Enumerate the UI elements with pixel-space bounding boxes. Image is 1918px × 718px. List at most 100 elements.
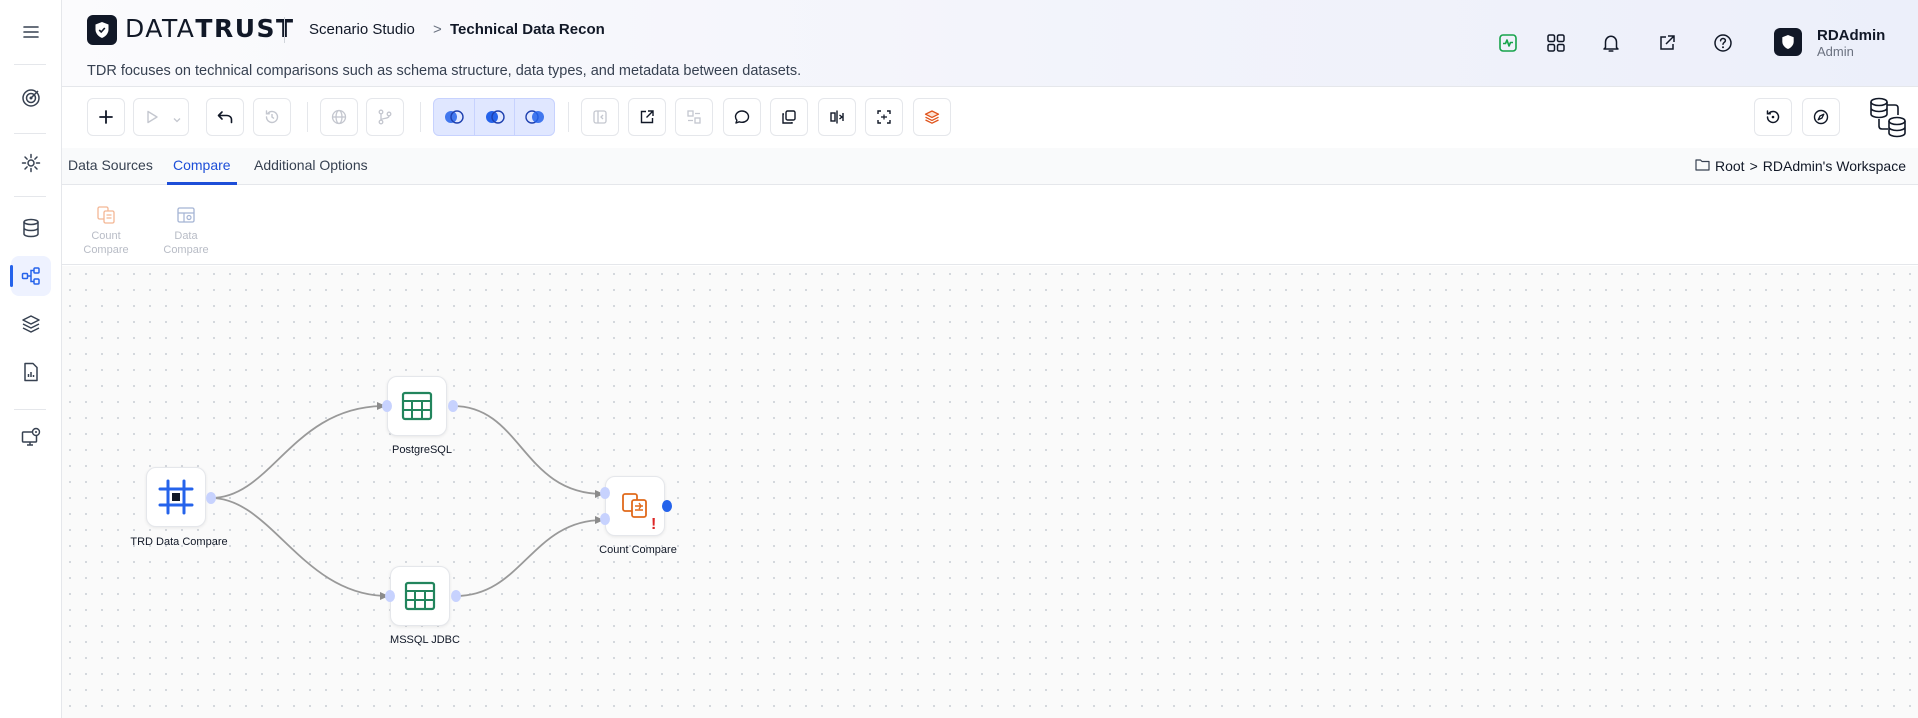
help-icon[interactable] bbox=[1708, 28, 1738, 58]
workflow-icon[interactable] bbox=[10, 256, 51, 296]
gear-icon[interactable] bbox=[11, 143, 51, 183]
component-palette: Count Compare Data Compare bbox=[62, 185, 1918, 265]
edge-postgresql-to-count-compare[interactable] bbox=[452, 405, 604, 498]
brand-part2: TRUST bbox=[195, 14, 295, 43]
frame-icon bbox=[158, 479, 194, 515]
activity-icon[interactable] bbox=[1493, 28, 1523, 58]
node-trd-data-compare[interactable] bbox=[146, 467, 206, 527]
table-icon bbox=[404, 581, 436, 611]
layers-icon[interactable] bbox=[11, 304, 51, 344]
app-header: DATATRUST Scenario Studio > Technical Da… bbox=[62, 0, 1918, 87]
user-name[interactable]: RDAdmin bbox=[1817, 27, 1885, 44]
branch-button[interactable] bbox=[366, 98, 404, 136]
sidebar-divider bbox=[14, 409, 46, 410]
add-button[interactable] bbox=[87, 98, 125, 136]
user-role: Admin bbox=[1817, 44, 1854, 59]
port-count-compare-in-2[interactable] bbox=[600, 513, 610, 525]
breadcrumb-scenario-studio[interactable]: Scenario Studio bbox=[309, 21, 415, 38]
brand-part1: DATA bbox=[125, 14, 196, 43]
port-trd-out[interactable] bbox=[206, 492, 216, 504]
tab-data-sources[interactable]: Data Sources bbox=[62, 148, 159, 185]
brand-logo: DATATRUST bbox=[125, 14, 295, 44]
edge-trd-to-postgresql[interactable] bbox=[210, 402, 386, 499]
node-mssql-jdbc[interactable] bbox=[390, 566, 450, 626]
palette-item-data-compare[interactable]: Data Compare bbox=[151, 205, 221, 257]
workspace-breadcrumb[interactable]: Root > RDAdmin's Workspace bbox=[1695, 158, 1906, 174]
sidebar-divider bbox=[14, 196, 46, 197]
node-label-mssql: MSSQL JDBC bbox=[390, 634, 460, 646]
sidebar-divider bbox=[14, 64, 46, 65]
port-mssql-out[interactable] bbox=[451, 590, 461, 602]
run-button[interactable] bbox=[133, 98, 189, 136]
toolbar-divider bbox=[307, 102, 308, 132]
monitor-icon[interactable] bbox=[11, 417, 51, 457]
tab-bar: Data Sources Compare Additional Options … bbox=[62, 148, 1918, 185]
undo-button[interactable] bbox=[206, 98, 244, 136]
target-icon[interactable] bbox=[11, 78, 51, 118]
join-mode-group bbox=[433, 98, 555, 136]
palette-label-line1: Count bbox=[91, 230, 121, 242]
edge-trd-to-mssql[interactable] bbox=[210, 497, 389, 600]
join-right-toggle[interactable] bbox=[514, 99, 554, 135]
port-postgresql-out[interactable] bbox=[448, 400, 458, 412]
node-postgresql[interactable] bbox=[387, 376, 447, 436]
port-mssql-in[interactable] bbox=[385, 590, 395, 602]
edge-mssql-to-count-compare[interactable] bbox=[455, 516, 604, 597]
duplicate-button[interactable] bbox=[770, 98, 808, 136]
workspace-name[interactable]: RDAdmin's Workspace bbox=[1763, 158, 1906, 174]
page-title: Technical Data Recon bbox=[450, 21, 605, 38]
folder-icon bbox=[1695, 158, 1710, 174]
toolbar-divider bbox=[568, 102, 569, 132]
port-count-compare-in-1[interactable] bbox=[600, 487, 610, 499]
palette-label-line1: Data bbox=[174, 230, 198, 242]
split-view-button[interactable] bbox=[675, 98, 713, 136]
stack-layers-button[interactable] bbox=[913, 98, 951, 136]
table-icon bbox=[401, 391, 433, 421]
warning-icon[interactable]: ! bbox=[651, 516, 656, 534]
toolbar-divider bbox=[420, 102, 421, 132]
database-icon[interactable] bbox=[11, 208, 51, 248]
workspace-root[interactable]: Root bbox=[1715, 158, 1745, 174]
workflow-canvas[interactable]: TRD Data Compare PostgreSQL MSSQL JDBC !… bbox=[62, 266, 1918, 718]
workspace-separator: > bbox=[1749, 158, 1758, 174]
node-label-count-compare: Count Compare bbox=[599, 544, 677, 556]
page-subtitle: TDR focuses on technical comparisons suc… bbox=[87, 63, 802, 79]
node-label-postgresql: PostgreSQL bbox=[392, 444, 452, 456]
toolbar bbox=[62, 88, 1918, 148]
breadcrumb-separator: > bbox=[433, 21, 442, 38]
fit-view-button[interactable] bbox=[865, 98, 903, 136]
palette-label-line2: Compare bbox=[163, 244, 209, 256]
sidebar-divider bbox=[14, 133, 46, 134]
open-external-button[interactable] bbox=[628, 98, 666, 136]
comment-button[interactable] bbox=[723, 98, 761, 136]
count-compare-icon bbox=[96, 205, 116, 225]
database-flow-icon[interactable] bbox=[1868, 96, 1908, 138]
external-link-icon[interactable] bbox=[1652, 28, 1682, 58]
compass-button[interactable] bbox=[1802, 98, 1840, 136]
join-inner-toggle[interactable] bbox=[474, 99, 514, 135]
palette-label-line2: Compare bbox=[83, 244, 129, 256]
logo-shield-icon bbox=[87, 15, 117, 45]
collapse-panel-button[interactable] bbox=[581, 98, 619, 136]
align-button[interactable] bbox=[818, 98, 856, 136]
restore-button[interactable] bbox=[1754, 98, 1792, 136]
port-postgresql-in[interactable] bbox=[382, 400, 392, 412]
globe-button[interactable] bbox=[320, 98, 358, 136]
history-button[interactable] bbox=[253, 98, 291, 136]
tab-additional-options[interactable]: Additional Options bbox=[248, 148, 374, 185]
sidebar bbox=[0, 0, 62, 718]
avatar[interactable] bbox=[1774, 28, 1802, 56]
report-icon[interactable] bbox=[11, 352, 51, 392]
apps-grid-icon[interactable] bbox=[1541, 28, 1571, 58]
header-divider bbox=[284, 17, 285, 43]
data-compare-icon bbox=[176, 205, 196, 225]
bell-icon[interactable] bbox=[1596, 28, 1626, 58]
palette-item-count-compare[interactable]: Count Compare bbox=[71, 205, 141, 257]
menu-icon[interactable] bbox=[11, 12, 51, 52]
chevron-down-icon[interactable] bbox=[172, 112, 182, 130]
join-left-toggle[interactable] bbox=[434, 99, 474, 135]
count-compare-icon bbox=[622, 493, 647, 518]
port-count-compare-out[interactable] bbox=[662, 500, 672, 512]
tab-compare[interactable]: Compare bbox=[167, 148, 237, 185]
node-label-trd: TRD Data Compare bbox=[130, 536, 228, 548]
